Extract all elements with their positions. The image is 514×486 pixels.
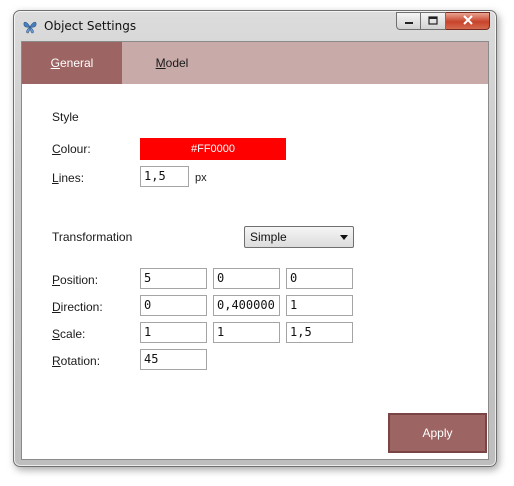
scale-x-input[interactable]: 1 bbox=[140, 322, 207, 343]
lines-unit: px bbox=[195, 172, 207, 184]
window-title: Object Settings bbox=[44, 19, 137, 33]
tab-general-accel: G bbox=[50, 56, 60, 70]
style-heading: Style bbox=[52, 110, 79, 124]
position-x-input[interactable]: 5 bbox=[140, 268, 207, 289]
close-button[interactable] bbox=[446, 12, 490, 30]
colour-value: #FF0000 bbox=[190, 143, 236, 155]
rotation-input[interactable]: 45 bbox=[140, 349, 207, 370]
direction-x-input[interactable]: 0 bbox=[140, 295, 207, 316]
tab-bar: General Model bbox=[22, 42, 488, 84]
tab-model[interactable]: Model bbox=[122, 42, 222, 84]
dialog-body: General Model Style Colour: #FF0000 Line… bbox=[21, 41, 489, 460]
tab-model-accel: M bbox=[155, 56, 166, 70]
scale-y-input[interactable]: 1 bbox=[213, 322, 280, 343]
tab-general-label: eneral bbox=[59, 56, 94, 70]
maximize-icon bbox=[428, 14, 438, 28]
direction-label: Direction: bbox=[52, 300, 103, 314]
chevron-down-icon bbox=[340, 235, 348, 240]
colour-picker[interactable]: #FF0000 bbox=[140, 138, 286, 160]
direction-y-input[interactable]: 0,400000 bbox=[213, 295, 280, 316]
rotation-label: Rotation: bbox=[52, 354, 101, 368]
apply-button[interactable]: Apply bbox=[388, 413, 487, 453]
position-z-input[interactable]: 0 bbox=[286, 268, 353, 289]
direction-z-input[interactable]: 1 bbox=[286, 295, 353, 316]
maximize-button[interactable] bbox=[421, 12, 446, 30]
transformation-mode-select[interactable]: Simple bbox=[244, 226, 354, 248]
scale-label: Scale: bbox=[52, 327, 86, 341]
lines-input[interactable]: 1,5 bbox=[140, 166, 189, 187]
minimize-icon bbox=[404, 14, 414, 28]
object-settings-window: Object Settings General M odel Style Col… bbox=[13, 10, 497, 467]
position-label: Position: bbox=[52, 273, 99, 287]
colour-label: Colour: bbox=[52, 142, 91, 156]
butterfly-icon bbox=[22, 19, 38, 35]
lines-label: Lines: bbox=[52, 171, 85, 185]
close-icon bbox=[462, 14, 474, 28]
position-y-input[interactable]: 0 bbox=[213, 268, 280, 289]
tab-general[interactable]: General bbox=[22, 42, 122, 84]
transformation-heading: Transformation bbox=[52, 230, 133, 244]
transformation-mode-value: Simple bbox=[250, 230, 287, 244]
minimize-button[interactable] bbox=[396, 12, 421, 30]
caption-buttons bbox=[396, 12, 490, 30]
tab-model-label: odel bbox=[165, 56, 189, 70]
scale-z-input[interactable]: 1,5 bbox=[286, 322, 353, 343]
title-bar[interactable]: Object Settings bbox=[14, 11, 496, 41]
apply-button-label: Apply bbox=[422, 426, 453, 440]
